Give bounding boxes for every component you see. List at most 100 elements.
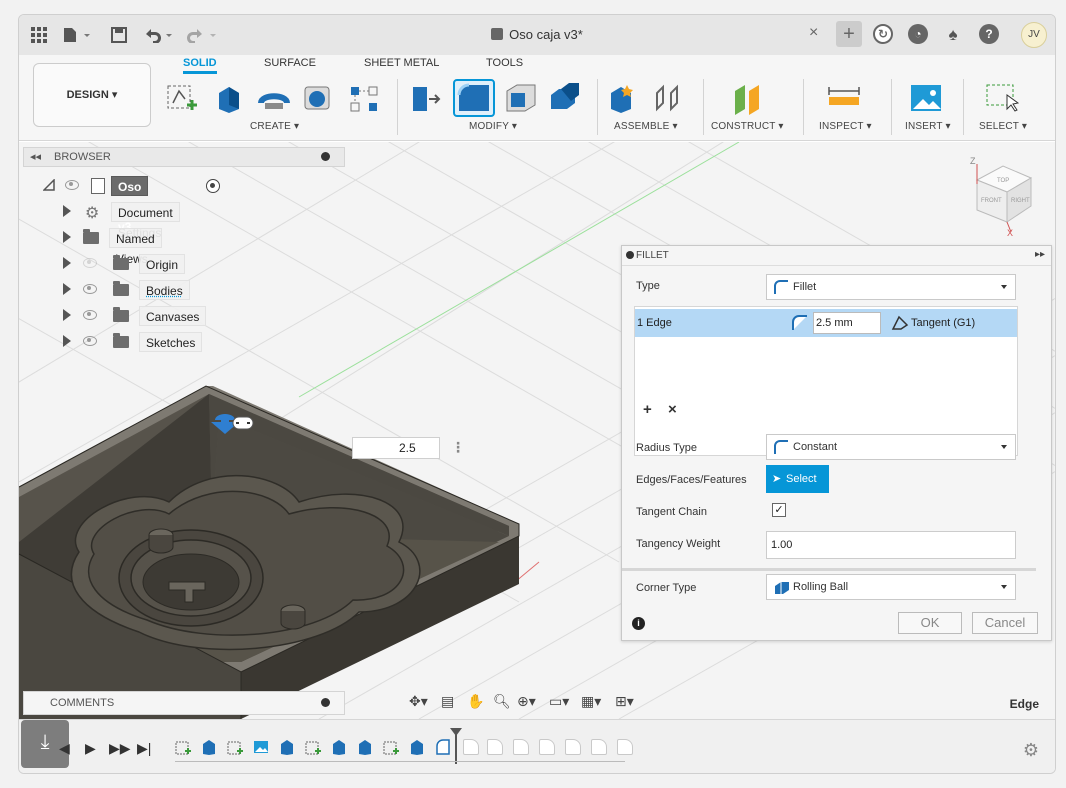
- apps-grid-icon[interactable]: [27, 23, 51, 47]
- tree-root-label[interactable]: Oso caja v3: [111, 176, 149, 234]
- insert-image-icon[interactable]: [909, 81, 943, 115]
- timeline-future-feature-icon[interactable]: [565, 739, 581, 755]
- ok-button[interactable]: OK: [898, 612, 962, 634]
- look-at-icon[interactable]: ▤: [441, 693, 454, 710]
- new-component-icon[interactable]: [607, 81, 641, 115]
- expand-triangle-icon[interactable]: [42, 178, 55, 194]
- select-box-icon[interactable]: [985, 81, 1020, 115]
- expand-triangle-icon[interactable]: [63, 335, 71, 347]
- timeline-future-feature-icon[interactable]: [513, 739, 529, 755]
- radius-inline-input[interactable]: 2.5: [352, 437, 440, 459]
- pin-icon[interactable]: [321, 152, 330, 161]
- create-menu[interactable]: CREATE ▾: [250, 121, 299, 132]
- type-select[interactable]: Fillet: [766, 274, 1016, 300]
- notifications-icon[interactable]: ♠: [941, 23, 965, 47]
- continuity-value[interactable]: Tangent (G1): [911, 317, 975, 329]
- new-tab-button[interactable]: +: [836, 21, 862, 47]
- timeline-future-feature-icon[interactable]: [591, 739, 607, 755]
- visibility-eye-icon[interactable]: [65, 180, 79, 190]
- job-status-icon[interactable]: ◔: [908, 24, 928, 44]
- activate-radio-icon[interactable]: [206, 179, 220, 193]
- more-options-icon[interactable]: ⋮: [451, 439, 465, 456]
- radius-type-select[interactable]: Constant: [766, 434, 1016, 460]
- grid-settings-icon[interactable]: ▦▾: [581, 693, 601, 710]
- save-icon[interactable]: [107, 23, 131, 47]
- tab-tools[interactable]: TOOLS: [486, 57, 523, 69]
- expand-triangle-icon[interactable]: [63, 205, 71, 217]
- help-icon[interactable]: ?: [979, 24, 999, 44]
- select-menu[interactable]: SELECT ▾: [979, 121, 1027, 132]
- cancel-button[interactable]: Cancel: [972, 612, 1038, 634]
- expand-triangle-icon[interactable]: [63, 257, 71, 269]
- display-settings-icon[interactable]: ▭▾: [549, 693, 569, 710]
- close-tab-icon[interactable]: ×: [809, 24, 818, 42]
- undo-icon[interactable]: [139, 23, 179, 47]
- workspace-switcher[interactable]: DESIGN ▾: [33, 63, 151, 127]
- tab-solid[interactable]: SOLID: [183, 57, 217, 74]
- combine-icon[interactable]: [547, 81, 581, 115]
- visibility-eye-icon[interactable]: [83, 258, 97, 268]
- pan-icon[interactable]: ✋: [467, 693, 484, 710]
- select-edges-button[interactable]: ➤ Select: [766, 465, 829, 493]
- visibility-eye-icon[interactable]: [83, 310, 97, 320]
- timeline-marker[interactable]: [450, 728, 462, 764]
- visibility-eye-icon[interactable]: [83, 284, 97, 294]
- measure-icon[interactable]: [827, 81, 861, 115]
- timeline-extrude-icon[interactable]: [357, 739, 373, 755]
- expand-dialog-icon[interactable]: ▸▸: [1035, 249, 1045, 260]
- expand-triangle-icon[interactable]: [63, 309, 71, 321]
- visibility-eye-icon[interactable]: [83, 336, 97, 346]
- timeline-sketch-icon[interactable]: [383, 739, 399, 755]
- zoom-icon[interactable]: 🔍︎: [493, 693, 511, 710]
- info-icon[interactable]: i: [632, 617, 645, 630]
- pin-icon[interactable]: [321, 698, 330, 707]
- sweep-icon[interactable]: [301, 81, 335, 115]
- timeline-settings-gear-icon[interactable]: ⚙: [1023, 740, 1039, 761]
- fit-icon[interactable]: ⊕▾: [517, 693, 536, 710]
- add-selection-icon[interactable]: +: [643, 401, 652, 418]
- expand-triangle-icon[interactable]: [63, 231, 71, 243]
- create-sketch-icon[interactable]: [165, 81, 199, 115]
- corner-type-select[interactable]: Rolling Ball: [766, 574, 1016, 600]
- radius-value-input[interactable]: 2.5 mm: [813, 312, 881, 334]
- viewports-icon[interactable]: ⊞▾: [615, 693, 634, 710]
- timeline-extrude-icon[interactable]: [279, 739, 295, 755]
- comments-panel-header[interactable]: COMMENTS: [23, 691, 345, 715]
- timeline-fillet-icon[interactable]: [435, 739, 451, 755]
- press-pull-icon[interactable]: [409, 81, 443, 115]
- insert-menu[interactable]: INSERT ▾: [905, 121, 951, 132]
- timeline-extrude-icon[interactable]: [201, 739, 217, 755]
- revolve-icon[interactable]: [257, 81, 291, 115]
- tangency-weight-input[interactable]: 1.00: [766, 531, 1016, 559]
- timeline-extrude-icon[interactable]: [409, 739, 425, 755]
- tangent-continuity-icon[interactable]: [891, 315, 909, 331]
- avatar[interactable]: JV: [1021, 22, 1047, 48]
- extrude-icon[interactable]: [213, 81, 247, 115]
- expand-triangle-icon[interactable]: [63, 283, 71, 295]
- shell-icon[interactable]: [503, 81, 537, 115]
- go-to-end-icon[interactable]: ▶|: [137, 740, 151, 757]
- timeline-image-icon[interactable]: [253, 739, 269, 755]
- timeline-extrude-icon[interactable]: [331, 739, 347, 755]
- offset-plane-icon[interactable]: [731, 81, 765, 115]
- tangent-chain-checkbox[interactable]: ✓: [772, 503, 786, 517]
- browser-panel-header[interactable]: ◂◂ BROWSER: [23, 147, 345, 167]
- fillet-icon[interactable]: [453, 79, 495, 117]
- remove-selection-icon[interactable]: ×: [668, 401, 677, 418]
- assemble-menu[interactable]: ASSEMBLE ▾: [614, 121, 678, 132]
- step-forward-icon[interactable]: ▶▶: [109, 740, 131, 757]
- play-icon[interactable]: ▶: [85, 740, 96, 757]
- extensions-icon[interactable]: ↻: [873, 24, 893, 44]
- redo-icon[interactable]: [183, 23, 223, 47]
- pin-icon[interactable]: [626, 251, 634, 259]
- timeline-sketch-icon[interactable]: [227, 739, 243, 755]
- timeline-future-feature-icon[interactable]: [617, 739, 633, 755]
- timeline-future-feature-icon[interactable]: [487, 739, 503, 755]
- construct-menu[interactable]: CONSTRUCT ▾: [711, 121, 784, 132]
- collapse-browser-icon[interactable]: ◂◂: [30, 150, 41, 163]
- timeline-future-feature-icon[interactable]: [463, 739, 479, 755]
- joint-icon[interactable]: [651, 81, 685, 115]
- inspect-menu[interactable]: INSPECT ▾: [819, 121, 872, 132]
- tab-sheet-metal[interactable]: SHEET METAL: [364, 57, 439, 69]
- timeline-sketch-icon[interactable]: [175, 739, 191, 755]
